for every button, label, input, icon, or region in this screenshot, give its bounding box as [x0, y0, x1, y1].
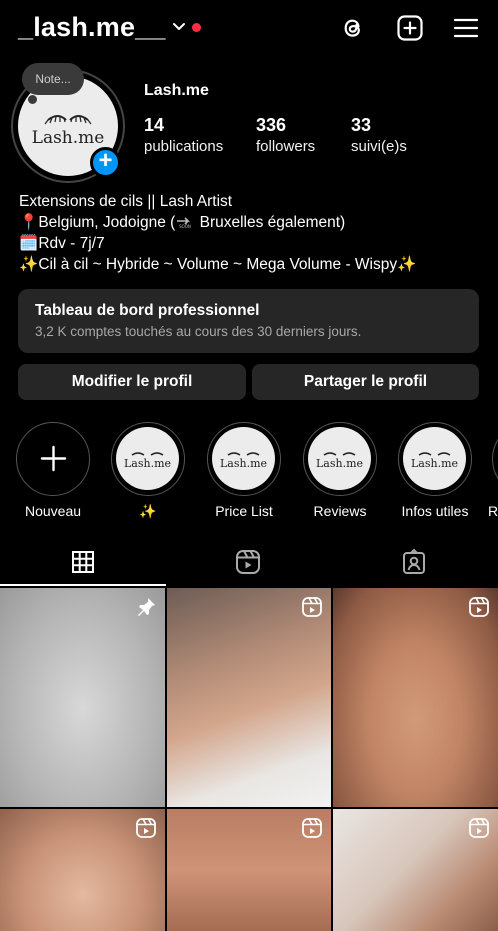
active-tab-indicator — [0, 584, 166, 586]
svg-text:SOON: SOON — [179, 224, 191, 229]
stat-number: 336 — [256, 115, 287, 135]
stat-following[interactable]: 33 suivi(e)s — [351, 115, 407, 155]
note-bubble[interactable]: Note... — [22, 63, 84, 95]
menu-icon[interactable] — [452, 14, 480, 42]
soon-arrow-icon: SOON — [177, 217, 191, 229]
calendar-icon: 🗓️ — [19, 235, 39, 252]
highlight-logo: Lash.me — [411, 457, 458, 470]
post-thumbnail[interactable] — [0, 809, 165, 931]
account-username[interactable]: _lash.me__ — [18, 12, 166, 43]
highlight-ring: Lash.me — [398, 422, 472, 496]
create-plus-icon[interactable] — [396, 14, 424, 42]
bio-text: Belgium, Jodoigne ( — [38, 214, 176, 231]
highlight-ring: Lash.me — [207, 422, 281, 496]
display-name: Lash.me — [144, 82, 209, 99]
reels-icon — [136, 818, 156, 838]
top-bar: _lash.me__ — [0, 0, 498, 60]
stat-number: 14 — [144, 115, 165, 135]
note-bubble-tail — [28, 95, 37, 104]
post-thumbnail[interactable] — [0, 588, 165, 807]
bio-line: ✨Cil à cil ~ Hybride ~ Volume ~ Mega Vol… — [19, 254, 416, 275]
stat-label: followers — [256, 138, 316, 155]
highlight-ring: Lash.me — [111, 422, 185, 496]
post-thumbnail[interactable] — [167, 809, 331, 931]
bio-text: Rdv - 7j/7 — [38, 235, 105, 252]
add-story-button[interactable]: + — [90, 147, 121, 178]
reels-icon — [302, 597, 322, 617]
reels-icon — [469, 818, 489, 838]
highlight-partial[interactable]: R — [482, 422, 498, 519]
highlight-price-list[interactable]: Lash.me Price List — [206, 422, 282, 519]
bio-text: Bruxelles également) — [195, 214, 346, 231]
highlight-label: Nouveau — [24, 503, 82, 519]
reels-icon — [302, 818, 322, 838]
highlight-ring: Lash.me — [303, 422, 377, 496]
bio-line: 🗓️Rdv - 7j/7 — [19, 233, 416, 254]
highlight-label: R — [488, 503, 498, 519]
stat-publications[interactable]: 14 publications — [144, 115, 223, 155]
chevron-down-icon[interactable] — [172, 20, 186, 34]
professional-dashboard[interactable]: Tableau de bord professionnel 3,2 K comp… — [18, 289, 479, 353]
pin-icon — [138, 598, 155, 616]
edit-profile-button[interactable]: Modifier le profil — [18, 364, 246, 400]
stat-label: suivi(e)s — [351, 138, 407, 155]
highlight-label: Reviews — [313, 503, 367, 519]
stat-followers[interactable]: 336 followers — [256, 115, 315, 155]
stat-number: 33 — [351, 115, 372, 135]
bio-text: Cil à cil ~ Hybride ~ Volume ~ Mega Volu… — [38, 256, 398, 273]
notification-dot — [192, 23, 201, 32]
bio: Extensions de cils || Lash Artist 📍Belgi… — [19, 191, 416, 275]
highlight-infos-utiles[interactable]: Lash.me Infos utiles — [397, 422, 473, 519]
grid-icon[interactable] — [69, 548, 97, 576]
stat-label: publications — [144, 138, 224, 155]
plus-icon — [40, 445, 66, 472]
highlight-logo: Lash.me — [124, 457, 171, 470]
highlight-cover: Lash.me — [212, 427, 275, 490]
post-thumbnail[interactable] — [333, 588, 498, 807]
highlight-label: Price List — [215, 503, 273, 519]
highlight-label: Infos utiles — [401, 503, 469, 519]
tagged-icon[interactable] — [400, 548, 428, 576]
highlight-logo: Lash.me — [220, 457, 267, 470]
sparkles-icon: ✨ — [19, 256, 39, 273]
highlight-reviews[interactable]: Lash.me Reviews — [302, 422, 378, 519]
highlight-cover: Lash.me — [403, 427, 466, 490]
avatar-text: Lash.me — [32, 128, 105, 148]
post-thumbnail[interactable] — [167, 588, 331, 807]
post-thumbnail[interactable] — [333, 809, 498, 931]
threads-icon[interactable] — [339, 14, 367, 42]
highlight-label: ✨ — [139, 503, 157, 519]
highlight-new[interactable]: Nouveau — [15, 422, 91, 519]
reels-icon[interactable] — [234, 548, 262, 576]
highlight-ring — [492, 422, 498, 496]
sparkles-icon: ✨ — [397, 256, 417, 273]
profile-tabs — [0, 540, 498, 587]
highlight-logo: Lash.me — [316, 457, 363, 470]
highlight-cover: Lash.me — [308, 427, 371, 490]
bio-line: Extensions de cils || Lash Artist — [19, 193, 233, 210]
dashboard-subtitle: 3,2 K comptes touchés au cours des 30 de… — [35, 324, 362, 339]
dashboard-title: Tableau de bord professionnel — [35, 302, 260, 319]
share-profile-button[interactable]: Partager le profil — [252, 364, 479, 400]
highlight-cover: Lash.me — [116, 427, 179, 490]
pin-icon: 📍 — [19, 214, 39, 231]
bio-line: 📍Belgium, Jodoigne (SOON Bruxelles égale… — [19, 212, 416, 233]
highlight-ring — [16, 422, 90, 496]
reels-icon — [469, 597, 489, 617]
highlight-sparkles[interactable]: Lash.me ✨ — [110, 422, 186, 520]
